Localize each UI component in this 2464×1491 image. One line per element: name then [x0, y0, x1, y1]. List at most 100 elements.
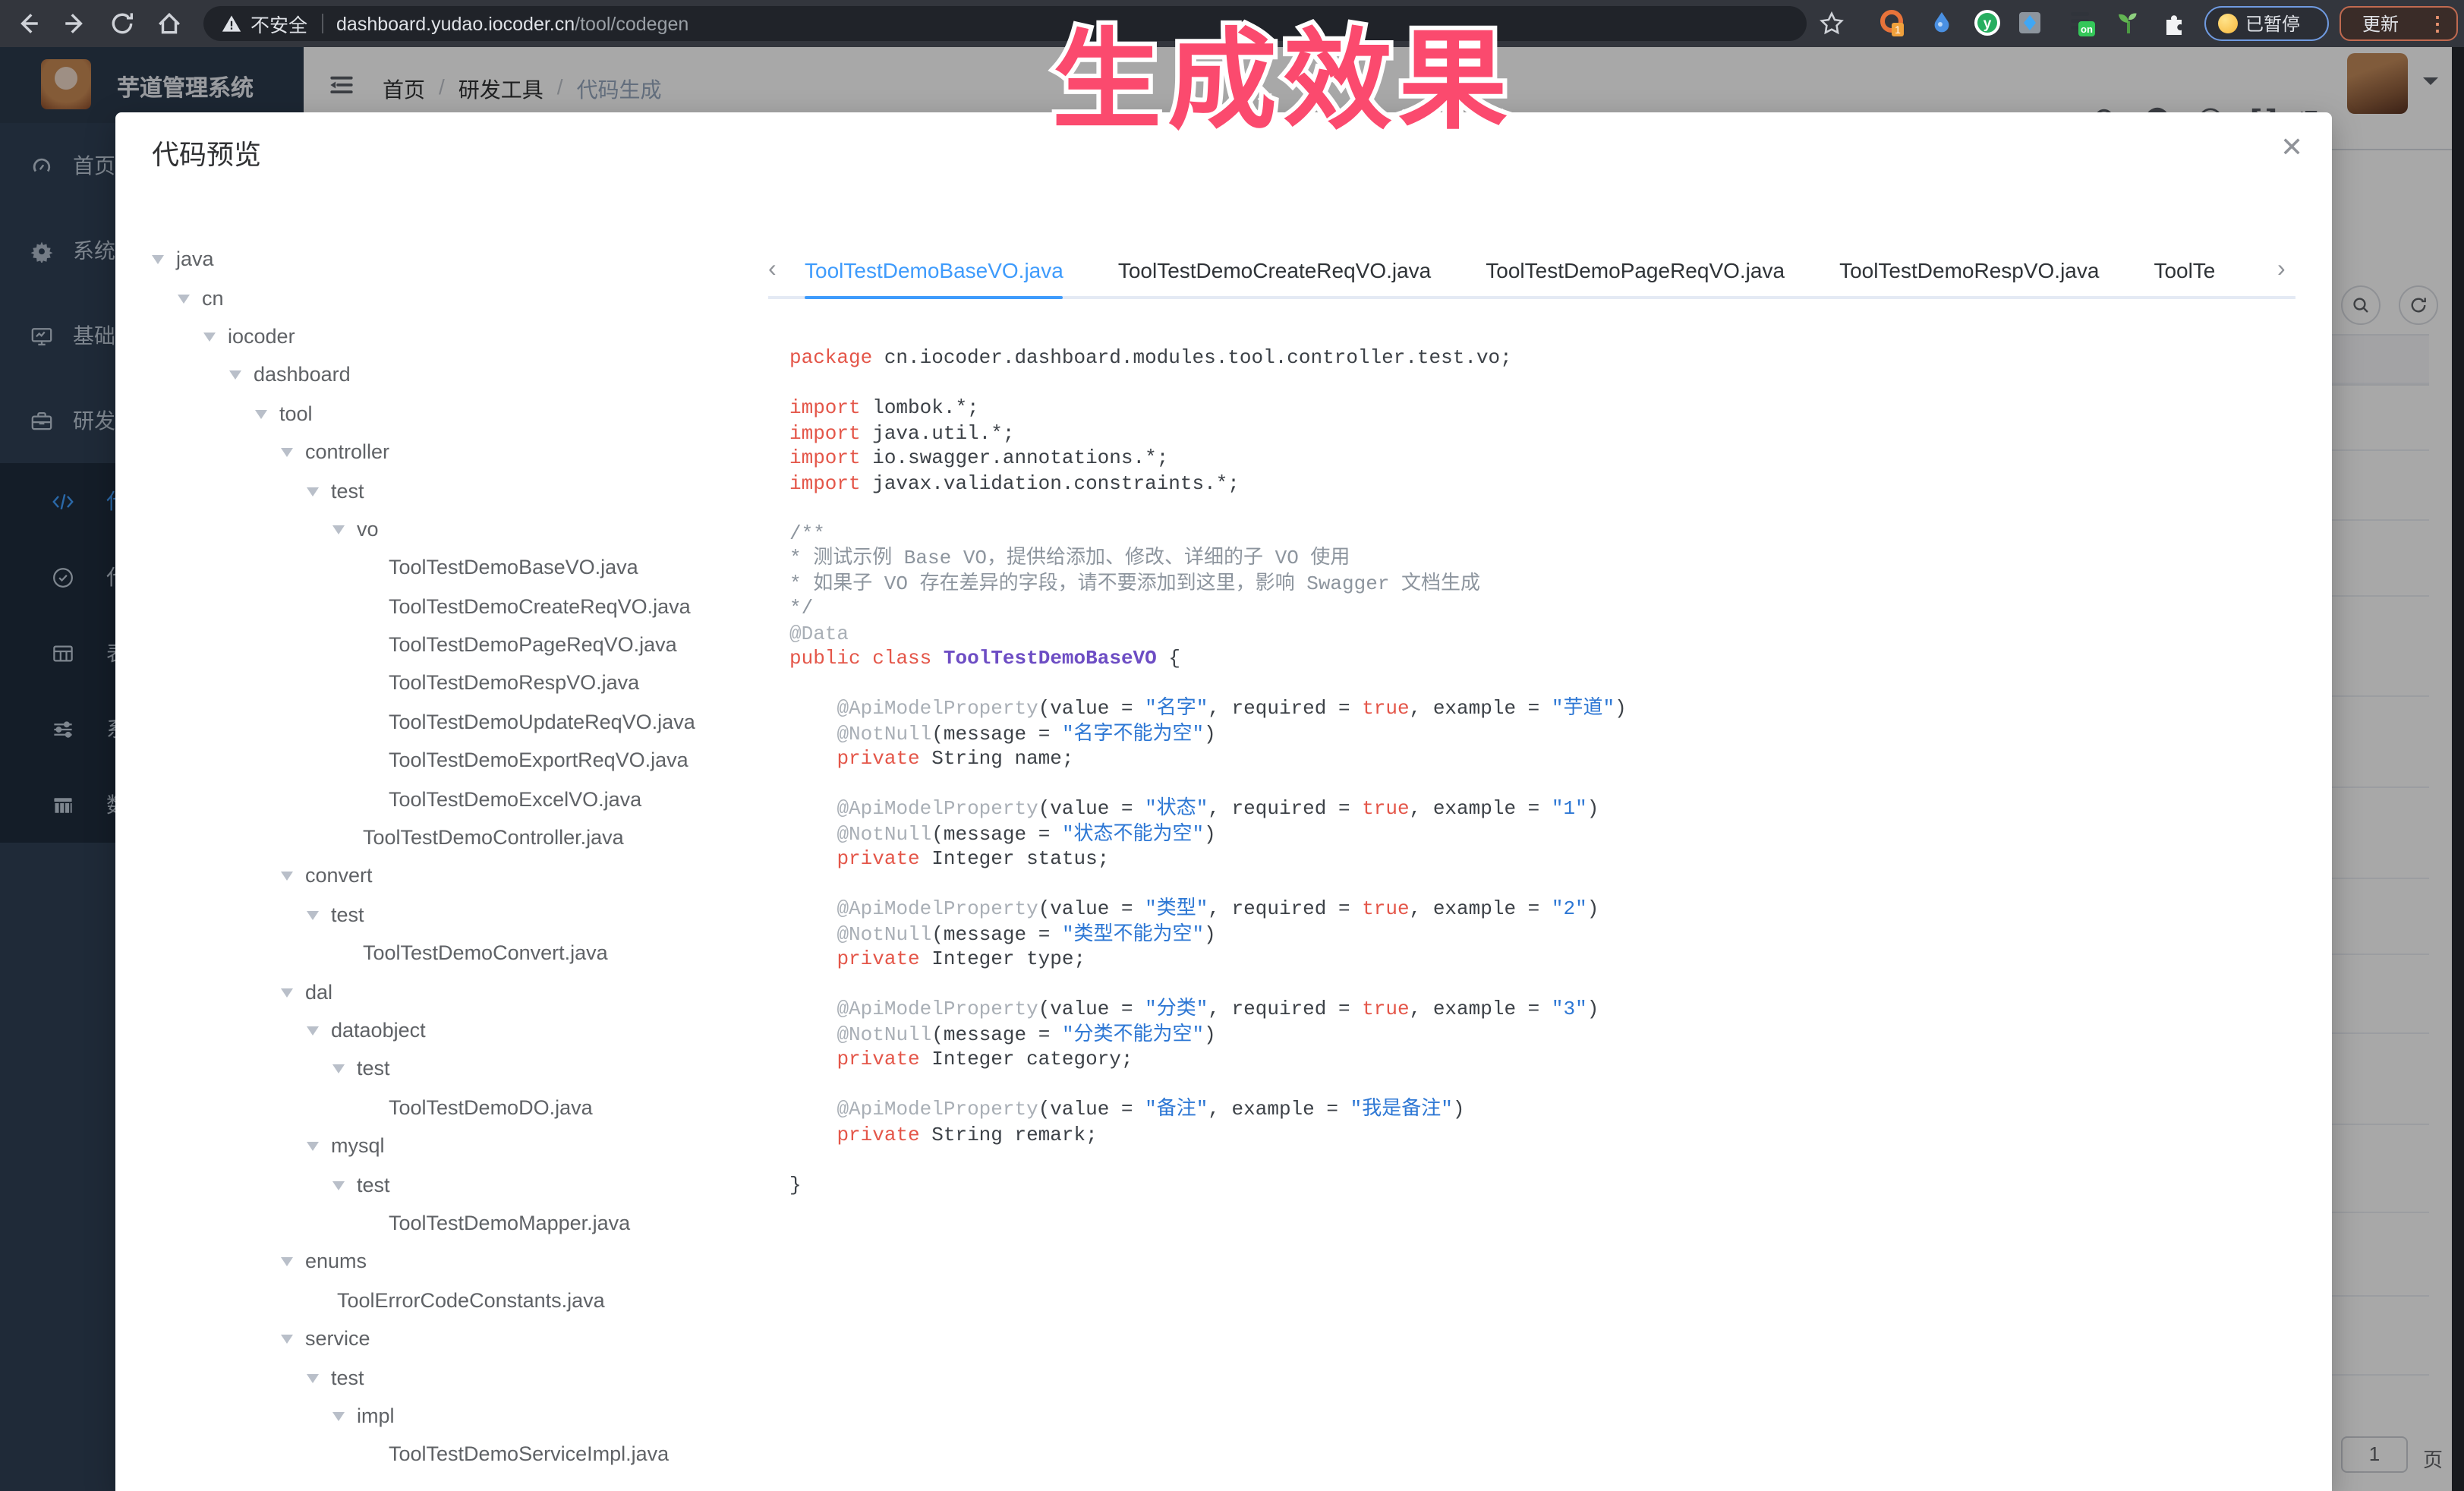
refresh-icon[interactable] — [109, 11, 135, 36]
extension-drop-icon[interactable] — [1928, 9, 1955, 36]
tree-node[interactable]: ToolTestDemoRespVO.java — [152, 664, 759, 703]
tree-node-label: test — [331, 903, 364, 926]
tree-node[interactable]: cn — [152, 279, 759, 317]
chrome-update-button[interactable]: 更新 ⋮ — [2340, 6, 2458, 41]
tree-node[interactable]: test — [152, 1049, 759, 1088]
caret-down-icon[interactable] — [281, 872, 293, 887]
caret-down-icon[interactable] — [332, 1065, 345, 1080]
home-icon[interactable] — [156, 11, 182, 36]
caret-down-icon[interactable] — [255, 410, 267, 425]
extension-orange-icon[interactable]: 1 — [1880, 9, 1907, 36]
tree-node[interactable]: test — [152, 1165, 759, 1204]
divider — [321, 14, 323, 33]
code-line — [789, 672, 1627, 697]
file-tab[interactable]: ToolTe — [2154, 257, 2215, 282]
tree-node[interactable]: ToolTestDemoExportReqVO.java — [152, 741, 759, 780]
tree-node[interactable]: service — [152, 1319, 759, 1358]
code-line: @Data — [789, 622, 1627, 647]
security-warning-icon[interactable] — [222, 14, 241, 33]
tabs-scroll-right-icon[interactable]: › — [2277, 255, 2286, 285]
caret-down-icon[interactable] — [281, 448, 293, 463]
code-line: @ApiModelProperty(value = "类型", required… — [789, 897, 1627, 922]
browser-scrollbar[interactable] — [2452, 47, 2464, 1491]
tree-node[interactable]: convert — [152, 857, 759, 896]
tree-node-label: ToolTestDemoController.java — [363, 826, 624, 849]
tree-node[interactable]: enums — [152, 1242, 759, 1281]
tree-node[interactable]: ToolTestDemoServiceImpl.java — [152, 1435, 759, 1474]
update-label: 更新 — [2362, 11, 2399, 36]
caret-down-icon[interactable] — [178, 294, 190, 309]
tree-node[interactable]: impl — [152, 1396, 759, 1435]
code-line: } — [789, 1173, 1627, 1198]
tree-node[interactable]: vo — [152, 509, 759, 548]
code-line: */ — [789, 597, 1627, 622]
caret-down-icon[interactable] — [332, 1181, 345, 1196]
tree-node[interactable]: ToolTestDemoCreateReqVO.java — [152, 587, 759, 626]
tree-node[interactable]: ToolTestDemoPageReqVO.java — [152, 626, 759, 664]
code-line: public class ToolTestDemoBaseVO { — [789, 647, 1627, 672]
tree-node[interactable]: dal — [152, 972, 759, 1011]
extension-sprout-icon[interactable] — [2115, 9, 2142, 36]
extension-gem-icon[interactable] — [2016, 9, 2043, 36]
profile-paused-badge[interactable]: 已暂停 — [2204, 6, 2329, 41]
tree-node-label: ToolTestDemoExcelVO.java — [389, 787, 641, 810]
tree-node[interactable]: ToolErrorCodeConstants.java — [152, 1281, 759, 1319]
browser-menu-icon[interactable]: ⋮ — [2428, 11, 2447, 36]
code-line: @NotNull(message = "类型不能为空") — [789, 922, 1627, 947]
tree-node[interactable]: ToolTestDemoMapper.java — [152, 1204, 759, 1243]
caret-down-icon[interactable] — [307, 487, 319, 502]
code-line: * 测试示例 Base VO，提供给添加、修改、详细的子 VO 使用 — [789, 547, 1627, 572]
browser-toolbar: 不安全 dashboard.yudao.iocoder.cn/tool/code… — [0, 0, 2464, 47]
tree-node[interactable]: java — [152, 240, 759, 279]
file-tabs-bar: ‹ ToolTestDemoBaseVO.java ToolTestDemoCre… — [768, 243, 2295, 299]
tree-node[interactable]: test — [152, 1358, 759, 1397]
caret-down-icon[interactable] — [332, 1412, 345, 1427]
caret-down-icon[interactable] — [203, 333, 216, 348]
extension-on-icon[interactable]: on — [2068, 9, 2095, 36]
tree-node-label: convert — [305, 865, 373, 887]
extension-puzzle-icon[interactable] — [2162, 9, 2189, 36]
caret-down-icon[interactable] — [229, 371, 241, 386]
tree-node[interactable]: dataobject — [152, 1011, 759, 1050]
extension-y-icon[interactable]: y — [1974, 9, 2001, 36]
caret-down-icon[interactable] — [281, 1258, 293, 1273]
file-tab[interactable]: ToolTestDemoPageReqVO.java — [1486, 257, 1785, 282]
tree-node[interactable]: tool — [152, 394, 759, 433]
caret-down-icon[interactable] — [152, 255, 164, 270]
tree-node[interactable]: iocoder — [152, 317, 759, 356]
tree-node[interactable]: ToolTestDemoUpdateReqVO.java — [152, 702, 759, 741]
tree-node[interactable]: mysql — [152, 1127, 759, 1165]
tree-node[interactable]: ToolTestDemoBaseVO.java — [152, 548, 759, 587]
file-tab[interactable]: ToolTestDemoCreateReqVO.java — [1118, 257, 1431, 282]
tree-node-label: dal — [305, 980, 332, 1003]
tree-node[interactable]: ToolTestDemoConvert.java — [152, 934, 759, 972]
tree-node[interactable]: ToolTestDemoDO.java — [152, 1088, 759, 1127]
tabs-scroll-left-icon[interactable]: ‹ — [768, 255, 777, 285]
tree-node[interactable]: dashboard — [152, 355, 759, 394]
caret-down-icon[interactable] — [307, 1026, 319, 1042]
code-viewer: package cn.iocoder.dashboard.modules.too… — [789, 346, 1627, 1198]
tree-node[interactable]: ToolTestDemoController.java — [152, 818, 759, 857]
caret-down-icon[interactable] — [332, 525, 345, 541]
caret-down-icon[interactable] — [281, 1335, 293, 1350]
tree-node-label: impl — [357, 1404, 395, 1427]
caret-down-icon[interactable] — [307, 911, 319, 926]
file-tab[interactable]: ToolTestDemoBaseVO.java — [805, 257, 1063, 282]
caret-down-icon[interactable] — [307, 1373, 319, 1389]
tree-node-label: ToolTestDemoMapper.java — [389, 1212, 630, 1234]
caret-down-icon[interactable] — [281, 988, 293, 1003]
tree-node-label: dataobject — [331, 1019, 426, 1042]
file-tab[interactable]: ToolTestDemoRespVO.java — [1839, 257, 2099, 282]
back-icon[interactable] — [15, 11, 41, 36]
close-icon[interactable]: ✕ — [2280, 134, 2303, 161]
tree-node-label: tool — [279, 402, 313, 425]
address-bar[interactable]: 不安全 dashboard.yudao.iocoder.cn/tool/code… — [203, 6, 1807, 41]
tree-node[interactable]: ToolTestDemoExcelVO.java — [152, 780, 759, 818]
svg-text:y: y — [1983, 16, 1992, 32]
tree-node[interactable]: controller — [152, 433, 759, 471]
bookmark-star-icon[interactable] — [1819, 11, 1845, 36]
caret-down-icon[interactable] — [307, 1142, 319, 1157]
forward-icon[interactable] — [62, 11, 88, 36]
tree-node[interactable]: test — [152, 471, 759, 510]
tree-node[interactable]: test — [152, 895, 759, 934]
